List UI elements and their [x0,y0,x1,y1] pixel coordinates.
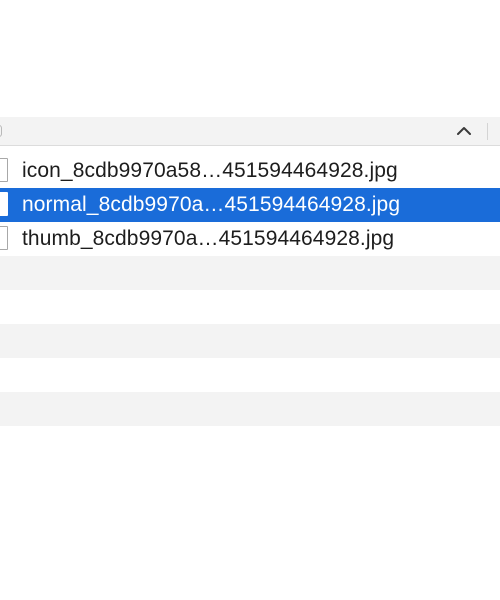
empty-row [0,290,500,324]
empty-row [0,256,500,290]
chevron-up-icon [457,127,471,135]
column-header[interactable] [0,117,500,146]
file-row[interactable]: icon_8cdb9970a58…451594464928.jpg [0,154,500,188]
file-row-selected[interactable]: normal_8cdb9970a…451594464928.jpg [0,188,500,222]
empty-row [0,324,500,358]
empty-row [0,392,500,426]
column-divider [487,123,488,140]
file-name: thumb_8cdb9970a…451594464928.jpg [22,227,395,250]
file-list: icon_8cdb9970a58…451594464928.jpg normal… [0,154,500,426]
file-browser: icon_8cdb9970a58…451594464928.jpg normal… [0,0,500,600]
file-row[interactable]: thumb_8cdb9970a…451594464928.jpg [0,222,500,256]
document-icon [0,158,8,182]
sort-button[interactable] [452,119,476,143]
column-resize-handle[interactable] [0,125,2,137]
file-name: icon_8cdb9970a58…451594464928.jpg [22,159,398,182]
empty-row [0,358,500,392]
file-name: normal_8cdb9970a…451594464928.jpg [22,193,401,216]
document-icon [0,226,8,250]
document-icon [0,192,8,216]
